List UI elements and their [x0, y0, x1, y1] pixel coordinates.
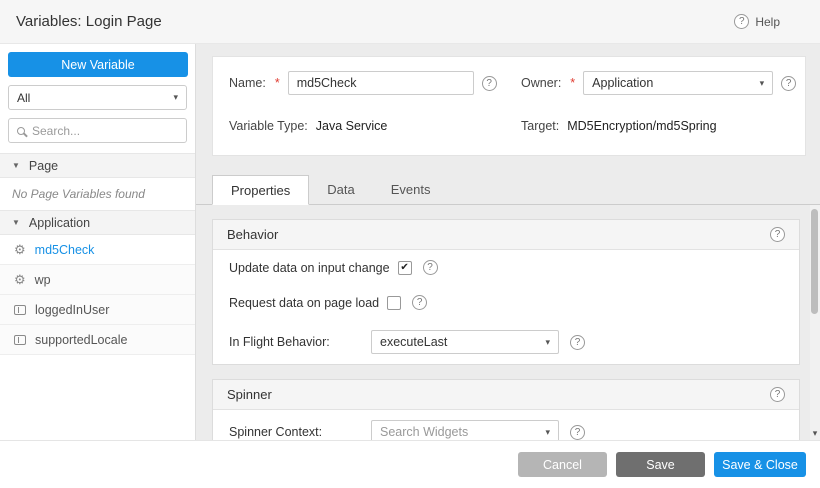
- chevron-down-icon: ▾: [545, 338, 550, 347]
- behavior-panel-header: Behavior ?: [213, 220, 799, 250]
- properties-scroll-area: Behavior ? Update data on input change ✔…: [196, 205, 810, 440]
- gear-icon: ⚙: [14, 243, 26, 256]
- sidebar-item-wp[interactable]: ⚙ wp: [0, 265, 195, 295]
- update-data-checkbox[interactable]: ✔: [398, 261, 412, 275]
- request-data-label: Request data on page load: [229, 296, 379, 310]
- sidebar-item-loggedinuser[interactable]: loggedInUser: [0, 295, 195, 325]
- spinner-context-row: Spinner Context: Search Widgets ▾ ?: [213, 410, 799, 440]
- sidebar-item-supportedlocale[interactable]: supportedLocale: [0, 325, 195, 355]
- tree-section-page[interactable]: ▼ Page: [0, 153, 195, 178]
- owner-select[interactable]: Application ▾: [583, 71, 773, 95]
- chevron-expanded-icon: ▼: [12, 219, 20, 227]
- filter-selected-value: All: [17, 91, 30, 105]
- help-label: Help: [755, 15, 780, 29]
- request-data-help-icon[interactable]: ?: [412, 295, 427, 310]
- behavior-panel: Behavior ? Update data on input change ✔…: [212, 219, 800, 365]
- tree-section-page-label: Page: [29, 159, 58, 173]
- request-data-row: Request data on page load ?: [213, 285, 799, 320]
- update-data-row: Update data on input change ✔ ?: [213, 250, 799, 285]
- chevron-down-icon: ▾: [760, 79, 765, 88]
- check-icon: ✔: [400, 262, 408, 273]
- name-label: Name:: [229, 76, 266, 90]
- cancel-button[interactable]: Cancel: [518, 452, 607, 477]
- search-icon: [17, 127, 25, 135]
- tab-data[interactable]: Data: [309, 174, 372, 204]
- variables-dialog: Variables: Login Page ? Help New Variabl…: [0, 0, 820, 488]
- sidebar: New Variable All ▾ ▼ Page No Page Variab…: [0, 44, 196, 440]
- chevron-expanded-icon: ▼: [12, 162, 20, 170]
- target-value: MD5Encryption/md5Spring: [567, 119, 716, 133]
- spinner-panel: Spinner ? Spinner Context: Search Widget…: [212, 379, 800, 440]
- spinner-context-select[interactable]: Search Widgets ▾: [371, 420, 559, 440]
- model-variable-icon: [14, 305, 26, 315]
- required-mark: *: [275, 76, 280, 90]
- spinner-context-placeholder: Search Widgets: [380, 425, 468, 439]
- in-flight-behavior-select[interactable]: executeLast ▾: [371, 330, 559, 354]
- variable-type-value: Java Service: [316, 119, 388, 133]
- target-label: Target:: [521, 119, 559, 133]
- sidebar-item-md5check[interactable]: ⚙ md5Check: [0, 235, 195, 265]
- behavior-help-icon[interactable]: ?: [770, 227, 785, 242]
- spinner-help-icon[interactable]: ?: [770, 387, 785, 402]
- panel-title: Spinner: [227, 387, 272, 402]
- help-link[interactable]: ? Help: [734, 14, 804, 29]
- page-title: Variables: Login Page: [16, 13, 162, 30]
- owner-selected-value: Application: [592, 76, 653, 90]
- page-empty-message: No Page Variables found: [0, 178, 195, 210]
- variable-type-label: Variable Type:: [229, 119, 308, 133]
- variable-item-label: md5Check: [35, 243, 95, 257]
- search-box[interactable]: [8, 118, 187, 143]
- tree-section-application-label: Application: [29, 216, 90, 230]
- in-flight-help-icon[interactable]: ?: [570, 335, 585, 350]
- tree-section-application[interactable]: ▼ Application: [0, 210, 195, 235]
- spinner-context-label: Spinner Context:: [229, 425, 371, 439]
- gear-icon: ⚙: [14, 273, 26, 286]
- variable-item-label: supportedLocale: [35, 333, 127, 347]
- search-input[interactable]: [32, 124, 178, 138]
- in-flight-label: In Flight Behavior:: [229, 335, 371, 349]
- name-input[interactable]: [288, 71, 474, 95]
- main-content: Name: * ? Owner: * Application ▾ ? Variabl…: [196, 44, 820, 440]
- variable-filter-select[interactable]: All ▾: [8, 85, 187, 110]
- scrollbar-thumb[interactable]: [811, 209, 818, 314]
- owner-label: Owner:: [521, 76, 561, 90]
- save-close-button[interactable]: Save & Close: [714, 452, 806, 477]
- tab-properties[interactable]: Properties: [212, 175, 309, 205]
- panel-title: Behavior: [227, 227, 278, 242]
- tab-bar: Properties Data Events: [196, 174, 820, 205]
- help-icon: ?: [734, 14, 749, 29]
- save-button[interactable]: Save: [616, 452, 705, 477]
- new-variable-button[interactable]: New Variable: [8, 52, 188, 77]
- update-data-label: Update data on input change: [229, 261, 390, 275]
- owner-help-icon[interactable]: ?: [781, 76, 796, 91]
- in-flight-selected-value: executeLast: [380, 335, 447, 349]
- chevron-down-icon: ▾: [545, 428, 550, 437]
- model-variable-icon: [14, 335, 26, 345]
- scroll-down-icon[interactable]: ▾: [810, 428, 820, 439]
- variable-item-label: loggedInUser: [35, 303, 109, 317]
- variable-item-label: wp: [35, 273, 51, 287]
- in-flight-row: In Flight Behavior: executeLast ▾ ?: [213, 320, 799, 364]
- required-mark: *: [570, 76, 575, 90]
- footer-actions: Cancel Save Save & Close: [0, 440, 820, 488]
- vertical-scrollbar[interactable]: ▾: [810, 205, 820, 440]
- spinner-context-help-icon[interactable]: ?: [570, 425, 585, 440]
- request-data-checkbox[interactable]: [387, 296, 401, 310]
- variable-form-panel: Name: * ? Owner: * Application ▾ ? Variabl…: [212, 56, 806, 156]
- chevron-down-icon: ▾: [173, 93, 178, 102]
- header: Variables: Login Page ? Help: [0, 0, 820, 44]
- tab-events[interactable]: Events: [373, 174, 449, 204]
- spinner-panel-header: Spinner ?: [213, 380, 799, 410]
- update-data-help-icon[interactable]: ?: [423, 260, 438, 275]
- name-help-icon[interactable]: ?: [482, 76, 497, 91]
